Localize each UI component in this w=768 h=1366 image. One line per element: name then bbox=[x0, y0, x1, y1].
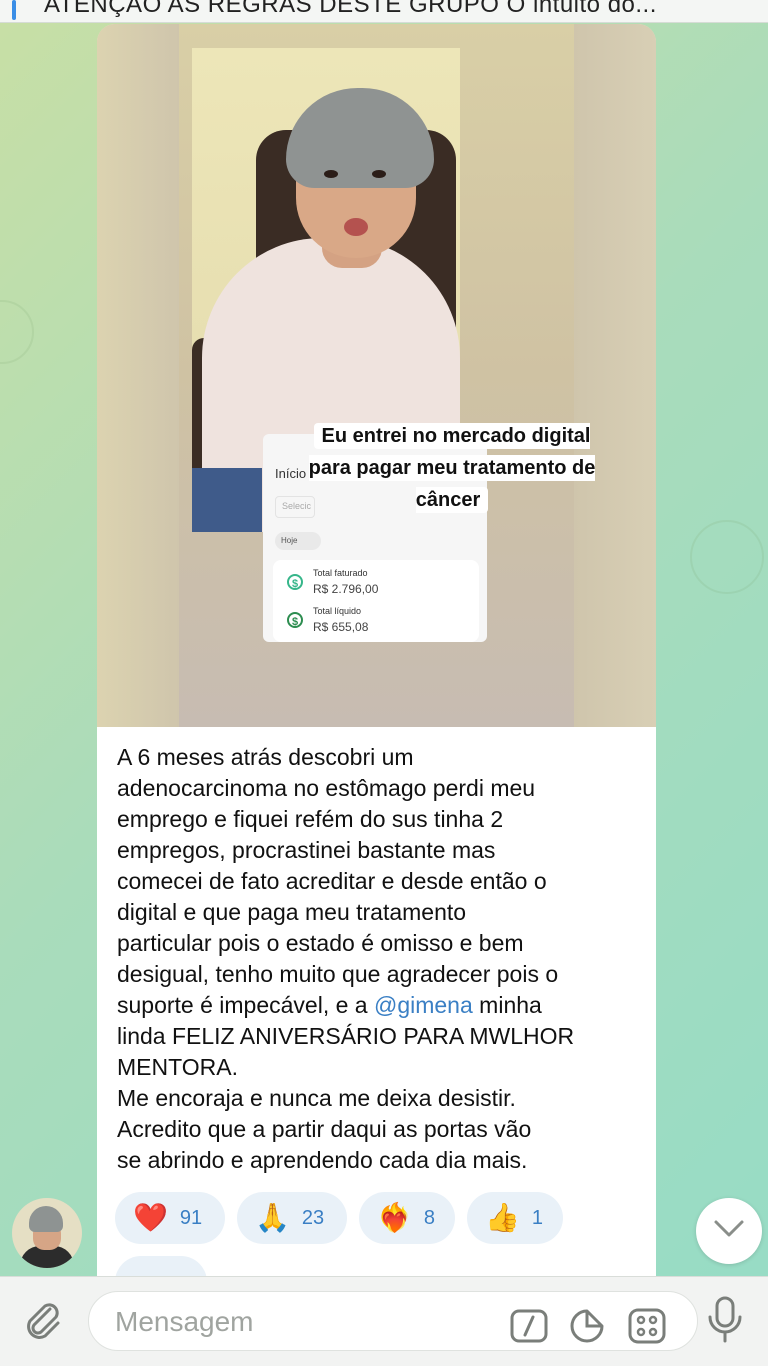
sticker-icon[interactable] bbox=[567, 1308, 607, 1344]
dashboard-date-filter: Hoje bbox=[275, 532, 321, 550]
total-billed-label: Total faturado bbox=[313, 568, 368, 578]
reaction-heart[interactable]: ❤️ 91 bbox=[115, 1192, 225, 1244]
pinned-indicator bbox=[12, 0, 16, 20]
composer-bar bbox=[0, 1276, 768, 1366]
total-billed-value: R$ 2.796,00 bbox=[313, 582, 379, 596]
mention-link[interactable]: @gimena bbox=[374, 992, 473, 1018]
dollar-coin-icon: $ bbox=[287, 574, 303, 590]
beanie bbox=[286, 88, 434, 188]
microphone-icon[interactable] bbox=[704, 1295, 746, 1345]
sender-avatar[interactable] bbox=[12, 1198, 82, 1268]
reaction-count: 91 bbox=[179, 1206, 203, 1229]
pinned-message-text: ATENÇÃO AS REGRAS DESTE GRUPO O intuito … bbox=[44, 0, 657, 18]
chevron-down-icon bbox=[714, 1220, 744, 1237]
emoji-keyboard-icon[interactable] bbox=[627, 1308, 667, 1344]
message-bubble[interactable]: Início Selecic Hoje $ Total faturado R$ … bbox=[97, 24, 656, 1324]
reaction-count: 1 bbox=[531, 1206, 543, 1229]
command-icon[interactable] bbox=[509, 1308, 549, 1344]
heart-on-fire-icon: ❤️‍🔥 bbox=[377, 1202, 412, 1233]
dashboard-totals-card: $ Total faturado R$ 2.796,00 $ Total líq… bbox=[273, 560, 479, 642]
reactions-row: ❤️ 91 🙏 23 ❤️‍🔥 8 👍 1 bbox=[115, 1192, 655, 1244]
scroll-to-bottom-button[interactable] bbox=[696, 1198, 762, 1264]
pinned-message-bar[interactable]: ATENÇÃO AS REGRAS DESTE GRUPO O intuito … bbox=[0, 0, 768, 23]
message-input[interactable] bbox=[113, 1302, 477, 1342]
praying-hands-icon: 🙏 bbox=[255, 1202, 290, 1233]
message-input-container[interactable] bbox=[88, 1291, 698, 1351]
dashboard-nav-label: Início bbox=[275, 466, 307, 481]
thumbs-up-icon: 👍 bbox=[485, 1202, 520, 1233]
reaction-heart-on-fire[interactable]: ❤️‍🔥 8 bbox=[359, 1192, 455, 1244]
dollar-coin-icon: $ bbox=[287, 612, 303, 628]
reaction-thumbs-up[interactable]: 👍 1 bbox=[467, 1192, 563, 1244]
reaction-count: 8 bbox=[423, 1206, 435, 1229]
story-image[interactable]: Início Selecic Hoje $ Total faturado R$ … bbox=[97, 24, 656, 727]
wallpaper-doodle bbox=[0, 300, 34, 364]
heart-icon: ❤️ bbox=[133, 1202, 168, 1233]
total-net-value: R$ 655,08 bbox=[313, 620, 369, 634]
message-text: A 6 meses atrás descobri um adenocarcino… bbox=[117, 744, 575, 1173]
reaction-count: 23 bbox=[301, 1206, 325, 1229]
wallpaper-doodle bbox=[690, 520, 764, 594]
story-caption: Eu entrei no mercado digital para pagar … bbox=[308, 423, 596, 513]
reaction-praying-hands[interactable]: 🙏 23 bbox=[237, 1192, 347, 1244]
paperclip-icon[interactable] bbox=[20, 1297, 66, 1343]
total-net-label: Total líquido bbox=[313, 606, 362, 616]
